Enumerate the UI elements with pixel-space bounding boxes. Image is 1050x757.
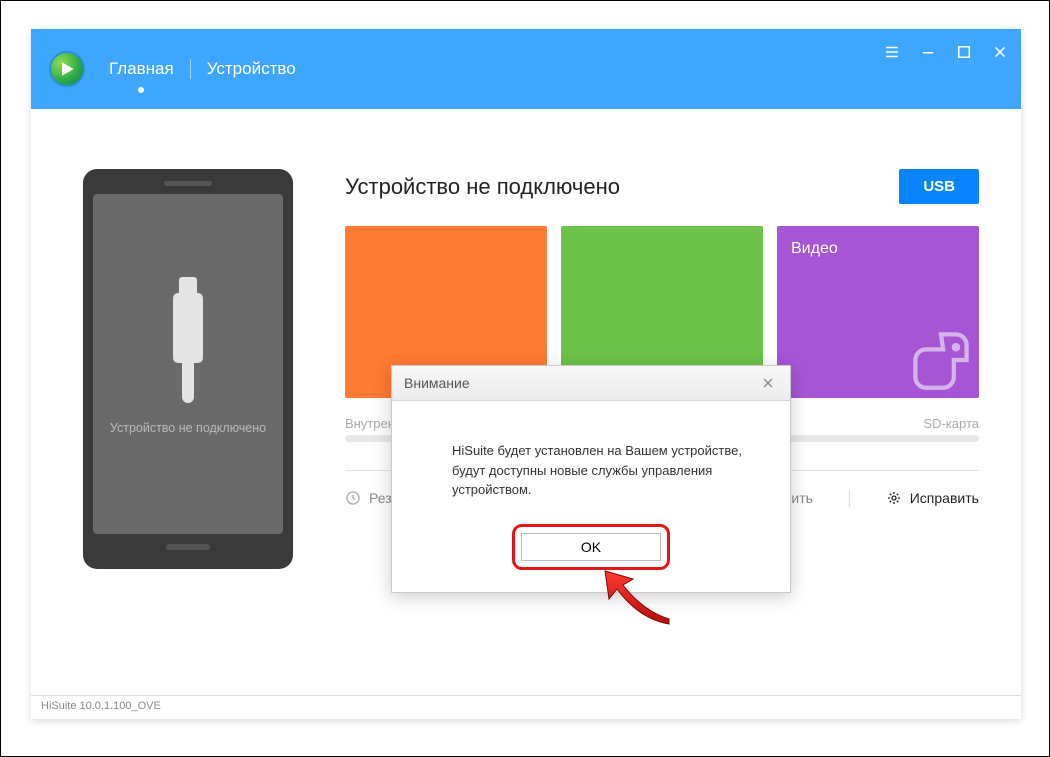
status-bar: HiSuite 10.0.1.100_OVE: [31, 695, 1021, 719]
header: Главная Устройство: [31, 29, 1021, 109]
title-row: Устройство не подключено USB: [345, 169, 979, 204]
modal-message: HiSuite будет установлен на Вашем устрой…: [452, 441, 744, 500]
nav: Главная Устройство: [109, 59, 296, 79]
action-separator: [849, 489, 850, 507]
modal-header: Внимание: [392, 366, 790, 401]
close-icon: [760, 375, 776, 391]
content: Устройство не подключено Устройство не п…: [31, 109, 1021, 695]
modal-title: Внимание: [404, 375, 470, 391]
fix-action[interactable]: Исправить: [886, 490, 979, 506]
phone-speaker-icon: [164, 181, 212, 186]
app-window: Главная Устройство: [31, 29, 1021, 719]
nav-home-label: Главная: [109, 59, 174, 78]
menu-icon[interactable]: [881, 41, 903, 63]
nav-home[interactable]: Главная: [109, 59, 174, 79]
ok-highlight: OK: [512, 524, 670, 570]
close-button[interactable]: [989, 41, 1011, 63]
phone-home-icon: [166, 544, 210, 550]
nav-device-label: Устройство: [207, 59, 296, 78]
phone-screen: Устройство не подключено: [93, 194, 283, 534]
maximize-button[interactable]: [953, 41, 975, 63]
usb-plug-icon: [173, 293, 203, 363]
fix-label: Исправить: [910, 490, 979, 506]
ok-button[interactable]: OK: [521, 533, 661, 561]
clock-icon: [345, 490, 361, 506]
tile-video[interactable]: Видео: [777, 226, 979, 398]
modal-close-button[interactable]: [758, 373, 778, 393]
page-title: Устройство не подключено: [345, 174, 620, 200]
modal-body: HiSuite будет установлен на Вашем устрой…: [392, 401, 790, 524]
phone-mockup: Устройство не подключено: [83, 169, 293, 569]
phone-status-text: Устройство не подключено: [110, 421, 266, 435]
nav-separator: [190, 59, 191, 79]
storage-sdcard-label: SD-карта: [923, 416, 979, 431]
modal-footer: OK: [392, 524, 790, 592]
window-controls: [881, 41, 1011, 63]
nav-device[interactable]: Устройство: [207, 59, 296, 79]
app-logo-icon: [49, 51, 85, 87]
tile-video-label: Видео: [791, 240, 838, 257]
status-version: HiSuite 10.0.1.100_OVE: [41, 700, 161, 712]
usb-button[interactable]: USB: [899, 169, 979, 204]
phone-column: Устройство не подключено: [73, 169, 303, 695]
attention-modal: Внимание HiSuite будет установлен на Ваш…: [391, 365, 791, 593]
gear-icon: [886, 490, 902, 506]
nav-active-dot-icon: [138, 87, 144, 93]
minimize-button[interactable]: [917, 41, 939, 63]
